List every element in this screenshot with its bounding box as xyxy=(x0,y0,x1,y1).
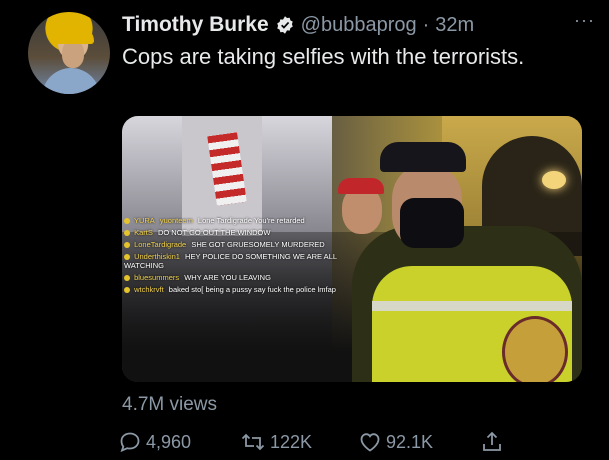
separator-dot: · xyxy=(422,13,430,36)
chat-user-icon xyxy=(124,242,130,249)
chat-username: KartS xyxy=(134,228,153,237)
reply-icon xyxy=(120,432,140,453)
reply-button[interactable]: 4,960 xyxy=(118,430,191,454)
verified-badge-icon xyxy=(276,16,293,34)
chat-username: YURA xyxy=(133,216,155,225)
like-count: 92.1K xyxy=(386,431,434,452)
chat-message: bluesummers WHY ARE YOU LEAVING xyxy=(122,273,342,282)
chat-text: baked sto[ being a pussy say fuck the po… xyxy=(168,285,336,294)
retweet-button[interactable]: 122K xyxy=(240,430,312,454)
video-person-hat xyxy=(338,178,384,194)
chat-user-icon xyxy=(124,287,130,294)
avatar-shirt xyxy=(42,68,100,94)
share-button[interactable] xyxy=(480,430,504,454)
share-icon xyxy=(483,431,501,451)
tweet-text: Cops are taking selfies with the terrori… xyxy=(122,44,525,69)
author-avatar[interactable] xyxy=(28,12,110,94)
chat-message: YURA yuonteem Lone Tardigrade You're ret… xyxy=(122,216,342,225)
video-police-patch xyxy=(502,316,568,382)
chat-user-icon xyxy=(124,230,130,237)
heart-icon xyxy=(360,433,380,452)
retweet-count: 122K xyxy=(270,431,313,452)
chat-username: bluesummers xyxy=(134,273,180,282)
chat-text: Lone Tardigrade You're retarded xyxy=(197,216,305,225)
like-button[interactable]: 92.1K xyxy=(358,430,433,454)
video-vest-stripe xyxy=(372,301,572,311)
retweet-icon xyxy=(241,433,265,451)
chat-message: Underthiskin1 HEY POLICE DO SOMETHING WE… xyxy=(122,252,342,270)
chat-username: LoneTardigrade xyxy=(134,240,187,249)
chat-username: yuonteem xyxy=(159,216,193,225)
tweet-header: Timothy Burke @bubbaprog · 32m xyxy=(122,10,593,40)
tweet-video[interactable]: YURA yuonteem Lone Tardigrade You're ret… xyxy=(122,116,582,382)
chat-message: LoneTardigrade SHE GOT GRUESOMELY MURDER… xyxy=(122,240,342,249)
chat-message: KartS DO NOT GO OUT THE WINDOW xyxy=(122,228,342,237)
chat-user-icon xyxy=(124,218,130,225)
chat-text: WHY ARE YOU LEAVING xyxy=(184,273,271,282)
chat-username: Underthiskin1 xyxy=(134,252,180,261)
chat-text: DO NOT GO OUT THE WINDOW xyxy=(157,228,271,237)
video-officer-mask xyxy=(400,198,464,248)
chat-user-icon xyxy=(124,254,130,261)
livestream-chat-overlay: YURA yuonteem Lone Tardigrade You're ret… xyxy=(122,216,342,297)
more-options-icon[interactable]: ··· xyxy=(574,10,595,31)
avatar-cap xyxy=(52,26,94,44)
chat-message: wtchkrvft baked sto[ being a pussy say f… xyxy=(122,285,342,294)
tweet-action-bar: 4,960 122K 92.1K xyxy=(118,430,508,458)
video-officer-cap xyxy=(380,142,466,172)
chat-username: wtchkrvft xyxy=(134,285,164,294)
view-count: 4.7M views xyxy=(122,394,218,415)
reply-count: 4,960 xyxy=(146,431,192,452)
author-name[interactable]: Timothy Burke xyxy=(122,13,269,37)
chat-user-icon xyxy=(124,275,130,282)
avatar-face xyxy=(62,40,84,68)
tweet-timestamp[interactable]: 32m xyxy=(435,14,474,37)
chat-text: SHE GOT GRUESOMELY MURDERED xyxy=(191,240,325,249)
author-handle[interactable]: @bubbaprog xyxy=(301,14,417,37)
video-lamp xyxy=(542,171,566,189)
